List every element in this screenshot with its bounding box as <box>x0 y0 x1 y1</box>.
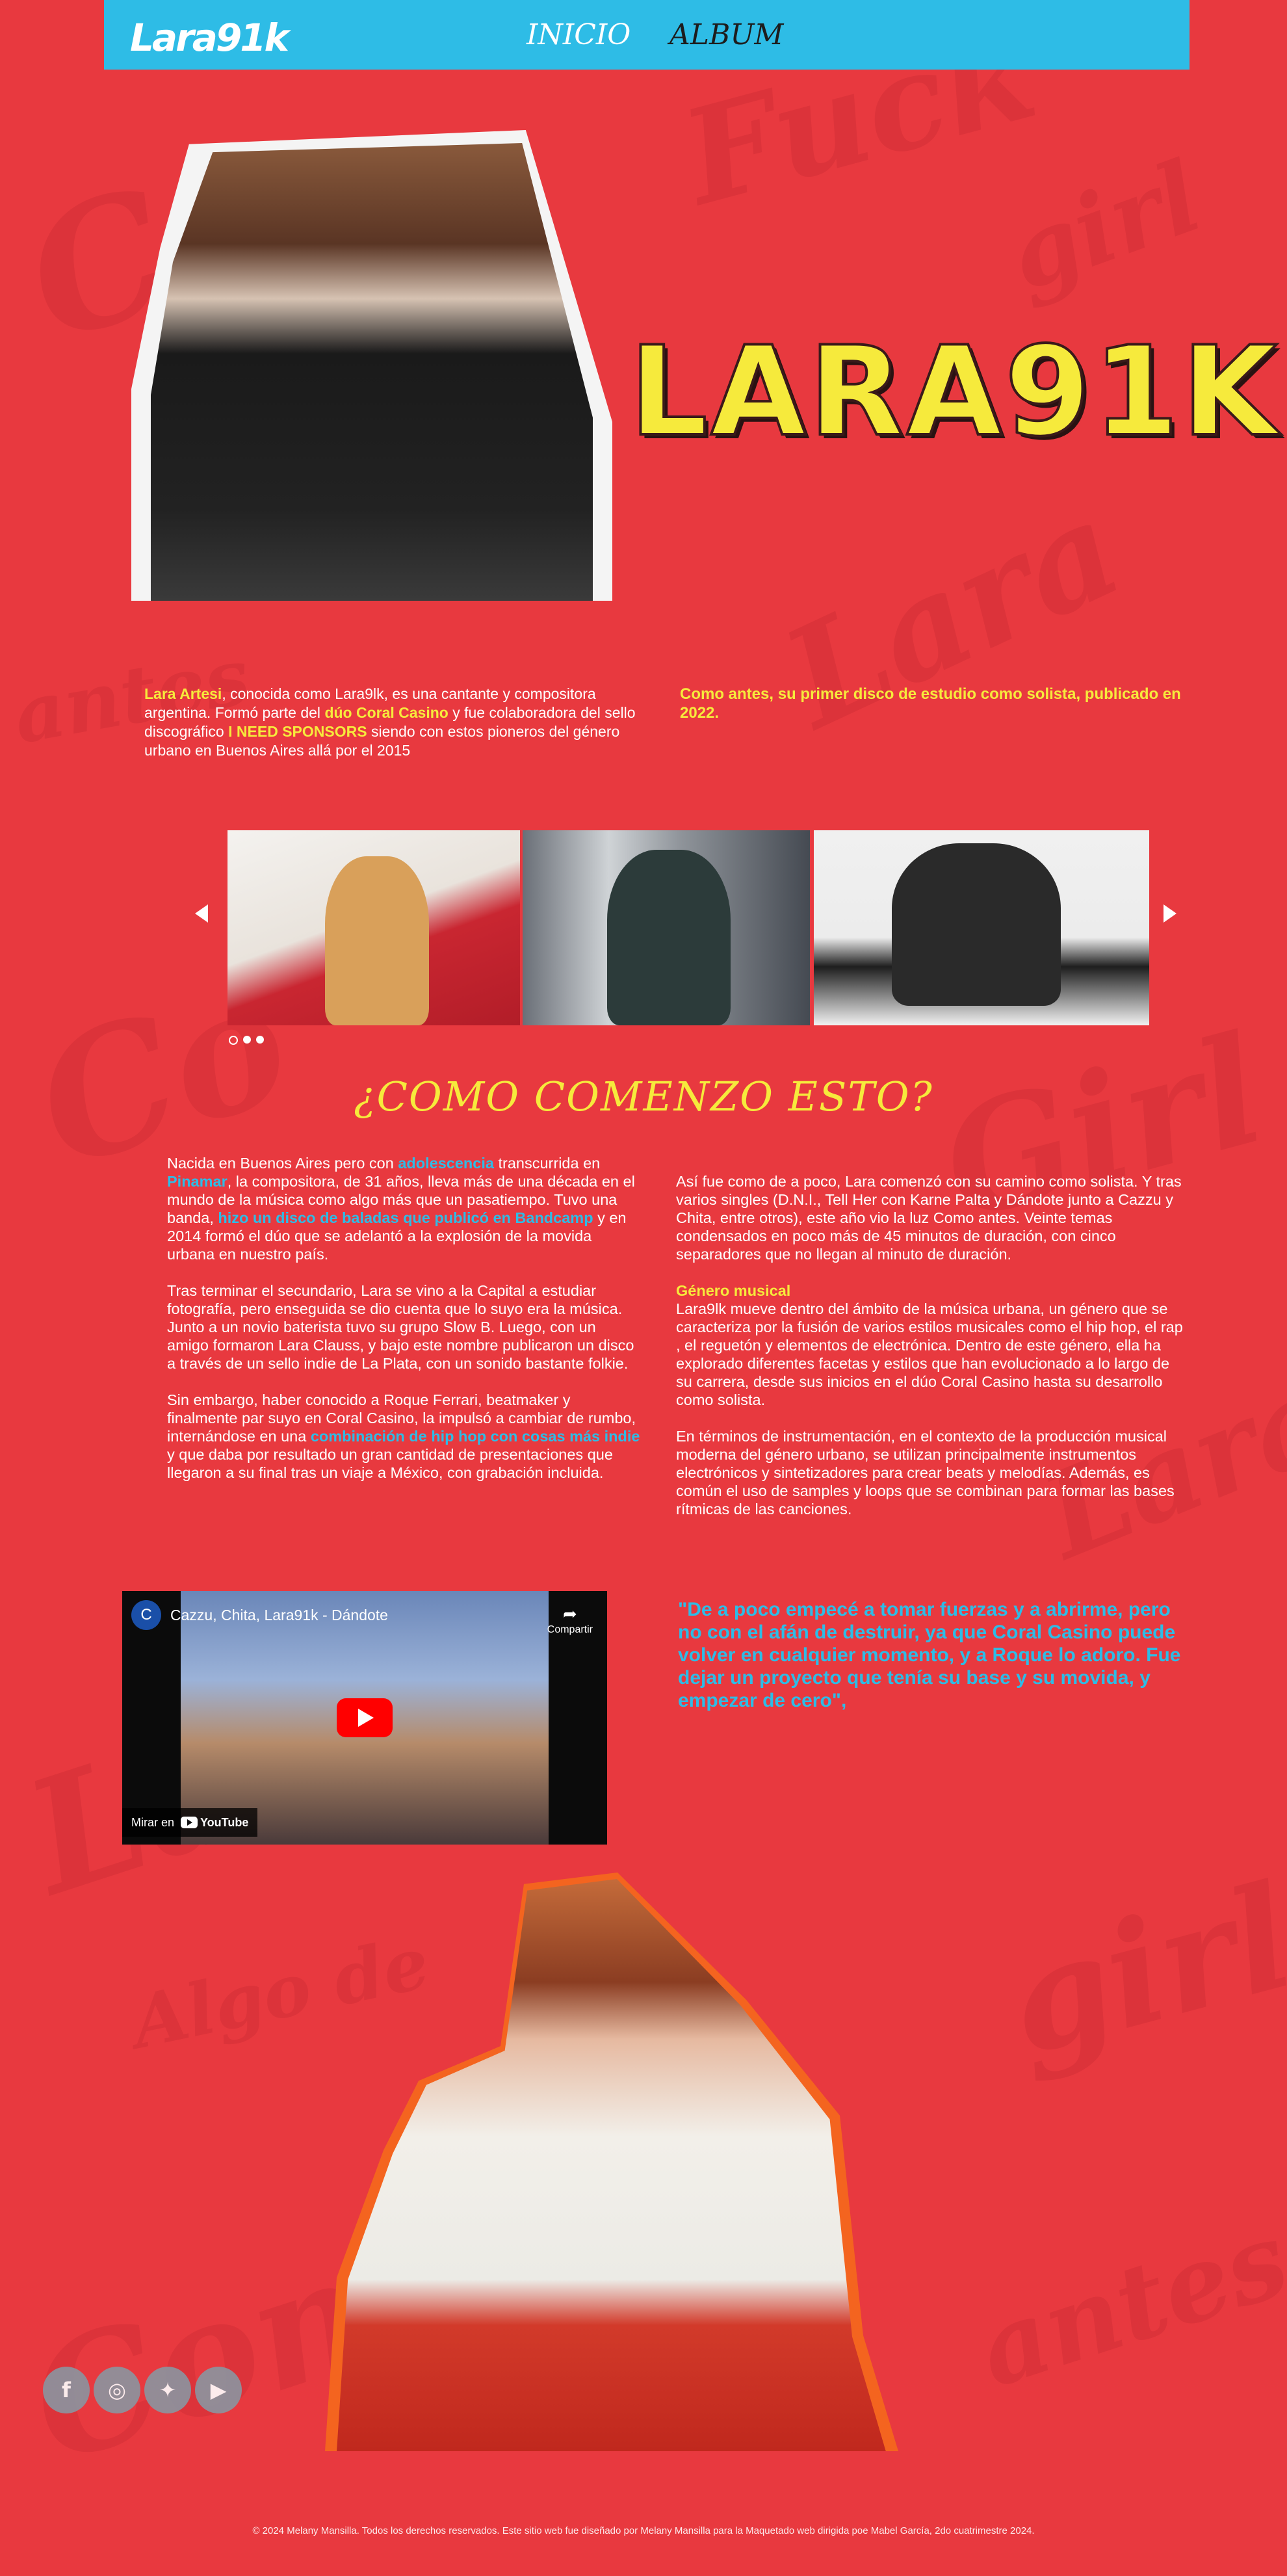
watch-on-youtube-button[interactable]: Mirar en YouTube <box>122 1808 258 1837</box>
share-icon: ➦ <box>562 1604 577 1623</box>
bottom-photo-image <box>337 1879 886 2451</box>
story-paragraph: En términos de instrumentación, en el co… <box>676 1428 1175 1518</box>
instagram-icon[interactable]: ◎ <box>94 2367 140 2413</box>
top-navbar: Lara91k INICIO ALBUM <box>104 0 1190 70</box>
share-button[interactable]: ➦ Compartir <box>547 1604 593 1636</box>
link-bandcamp[interactable]: hizo un disco de baladas que publicó en … <box>218 1209 593 1226</box>
bottom-photo <box>325 1873 898 2451</box>
story-paragraph: Sin embargo, haber conocido a Roque Ferr… <box>167 1391 642 1482</box>
play-button[interactable] <box>337 1698 393 1737</box>
chevron-left-icon[interactable] <box>195 904 208 923</box>
intro-bio: Lara Artesi, conocida como Lara9lk, es u… <box>144 685 638 760</box>
carousel-slide <box>523 830 810 1025</box>
link-adolescencia[interactable]: adolescencia <box>398 1155 494 1172</box>
link-pinamar[interactable]: Pinamar <box>167 1173 228 1190</box>
channel-avatar[interactable]: C <box>131 1600 161 1630</box>
hero-photo <box>131 130 612 601</box>
photo-carousel <box>190 830 1184 1053</box>
link-hiphop-indie[interactable]: combinación de hip hop con cosas más ind… <box>311 1428 640 1445</box>
story-text: y que daba por resultado un gran cantida… <box>167 1446 613 1481</box>
label-link[interactable]: I NEED SPONSORS <box>228 723 367 740</box>
artist-name: Lara Artesi <box>144 685 222 702</box>
story-right-column: Así fue como de a poco, Lara comenzó con… <box>676 1172 1183 1536</box>
section-title: ¿COMO COMENZO ESTO? <box>354 1073 933 1120</box>
carousel-dot[interactable] <box>256 1036 264 1044</box>
social-links: f ◎ ✦ ▶ <box>43 2367 242 2413</box>
youtube-play-icon <box>181 1817 198 1828</box>
story-text: transcurrida en <box>493 1155 601 1172</box>
nav-link-album[interactable]: ALBUM <box>670 18 783 51</box>
facebook-icon[interactable]: f <box>43 2367 90 2413</box>
hero-photo-image <box>151 143 593 601</box>
genre-heading: Género musical <box>676 1282 791 1299</box>
story-paragraph: Tras terminar el secundario, Lara se vin… <box>167 1282 634 1372</box>
youtube-logo: YouTube <box>181 1816 248 1830</box>
story-paragraph: Así fue como de a poco, Lara comenzó con… <box>676 1173 1182 1263</box>
story-paragraph: Lara9lk mueve dentro del ámbito de la mú… <box>676 1300 1183 1408</box>
footer-copyright: © 2024 Melany Mansilla. Todos los derech… <box>252 2525 1035 2536</box>
hero-title: LARA91K <box>628 320 1280 464</box>
story-paragraph: Nacida en Buenos Aires pero con adolesce… <box>167 1154 642 1263</box>
youtube-icon[interactable]: ▶ <box>195 2367 242 2413</box>
carousel-dot[interactable] <box>229 1036 238 1045</box>
twitter-icon[interactable]: ✦ <box>144 2367 191 2413</box>
youtube-embed[interactable]: C Cazzu, Chita, Lara91k - Dándote ➦ Comp… <box>122 1591 607 1845</box>
youtube-brand: YouTube <box>200 1815 249 1829</box>
share-label: Compartir <box>547 1624 593 1635</box>
site-logo[interactable]: Lara91k <box>130 16 289 60</box>
story-left-column: Nacida en Buenos Aires pero con adolesce… <box>167 1154 642 1500</box>
album-note: Como antes, su primer disco de estudio c… <box>680 685 1181 722</box>
nav-link-inicio[interactable]: INICIO <box>526 18 630 51</box>
carousel-slide <box>228 830 520 1025</box>
carousel-slide <box>814 830 1149 1025</box>
story-text: Nacida en Buenos Aires pero con <box>167 1155 398 1172</box>
chevron-right-icon[interactable] <box>1164 904 1176 923</box>
carousel-dot[interactable] <box>243 1036 251 1044</box>
watch-on-label: Mirar en <box>131 1815 175 1829</box>
artist-quote: "De a poco empecé a tomar fuerzas y a ab… <box>678 1599 1181 1711</box>
duo-link[interactable]: dúo Coral Casino <box>324 704 448 721</box>
carousel-dots <box>229 1036 264 1045</box>
video-title[interactable]: Cazzu, Chita, Lara91k - Dándote <box>170 1607 388 1624</box>
